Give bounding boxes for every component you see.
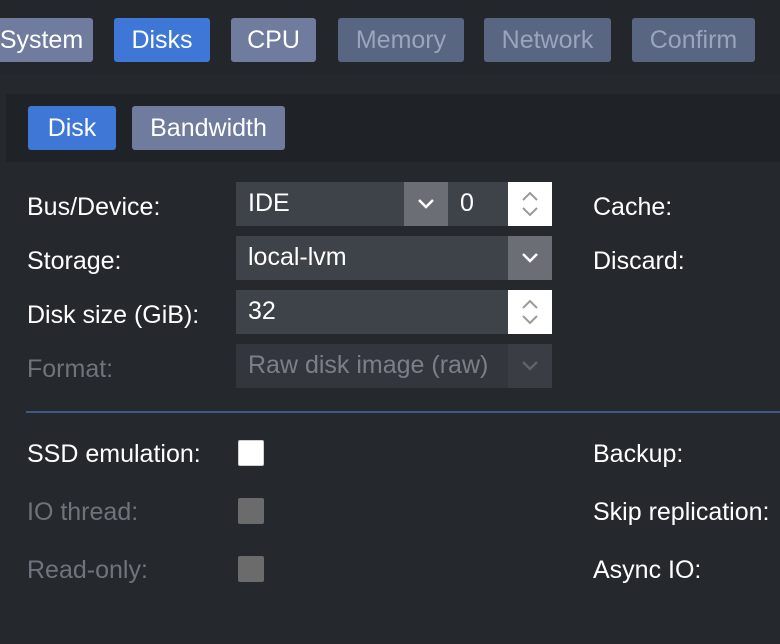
- ssd-emulation-checkbox[interactable]: [238, 440, 264, 466]
- storage-label: Storage:: [27, 247, 122, 275]
- ssd-emulation-label: SSD emulation:: [27, 440, 201, 468]
- storage-select[interactable]: local-lvm: [236, 236, 508, 280]
- tab-memory[interactable]: Memory: [338, 18, 464, 62]
- wizard-tab-bar: System Disks CPU Memory Network Confirm: [0, 0, 780, 74]
- discard-label: Discard:: [593, 247, 685, 275]
- io-thread-label: IO thread:: [27, 498, 139, 526]
- read-only-label: Read-only:: [27, 556, 148, 584]
- spinner-arrows-icon[interactable]: [508, 290, 552, 334]
- format-value: Raw disk image (raw): [248, 351, 489, 379]
- format-label: Format:: [27, 355, 114, 383]
- storage-value: local-lvm: [248, 243, 347, 271]
- disk-size-input[interactable]: 32: [236, 290, 508, 334]
- tab-network[interactable]: Network: [484, 18, 611, 62]
- disk-size-label: Disk size (GiB):: [27, 301, 200, 329]
- device-value: 0: [460, 189, 474, 217]
- tab-cpu[interactable]: CPU: [231, 18, 316, 62]
- io-thread-checkbox[interactable]: [238, 498, 264, 524]
- chevron-down-icon[interactable]: [508, 344, 552, 388]
- read-only-checkbox[interactable]: [238, 556, 264, 582]
- chevron-down-icon[interactable]: [508, 236, 552, 280]
- bus-value: IDE: [248, 189, 290, 217]
- async-io-label: Async IO:: [593, 556, 702, 584]
- device-number-input[interactable]: 0: [448, 182, 508, 226]
- skip-replication-label: Skip replication:: [593, 498, 770, 526]
- cache-label: Cache:: [593, 193, 673, 221]
- bus-device-label: Bus/Device:: [27, 193, 161, 221]
- subtab-bandwidth[interactable]: Bandwidth: [132, 106, 285, 150]
- section-divider: [26, 411, 780, 413]
- disk-subtab-bar: Disk Bandwidth: [6, 94, 780, 162]
- tab-system[interactable]: System: [0, 18, 93, 62]
- backup-label: Backup:: [593, 440, 684, 468]
- tab-confirm[interactable]: Confirm: [632, 18, 755, 62]
- format-select[interactable]: Raw disk image (raw): [236, 344, 508, 388]
- disk-size-value: 32: [248, 297, 276, 325]
- spinner-arrows-icon[interactable]: [508, 182, 552, 226]
- subtab-disk[interactable]: Disk: [28, 106, 116, 150]
- chevron-down-icon[interactable]: [404, 182, 448, 226]
- tab-disks[interactable]: Disks: [114, 18, 210, 62]
